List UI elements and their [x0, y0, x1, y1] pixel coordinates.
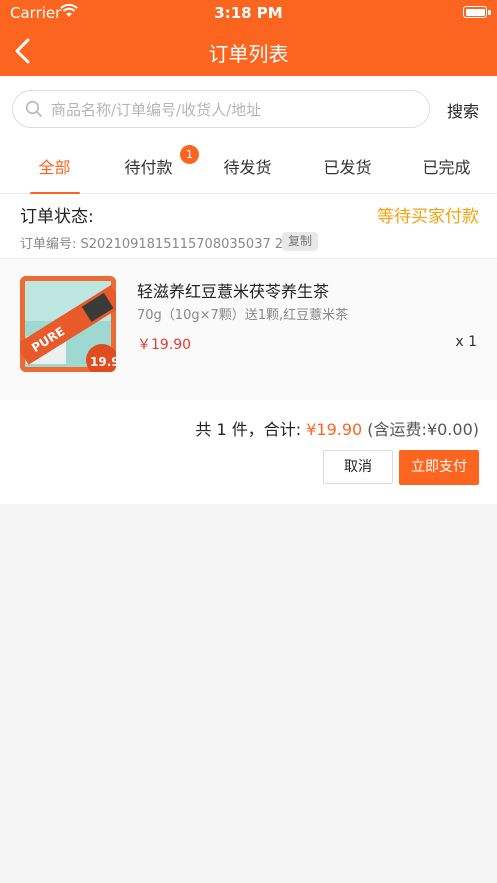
product-name: 轻滋养红豆薏米茯苓养生茶 — [137, 282, 330, 301]
order-summary: 共 1 件，合计: ¥19.90 (含运费:¥0.00) — [195, 416, 479, 440]
search-icon — [25, 100, 42, 117]
tab-pending-shipment[interactable]: 待发货 — [198, 142, 297, 194]
summary-shipping: (含运费:¥0.00) — [362, 420, 479, 439]
tab-completed[interactable]: 已完成 — [397, 142, 496, 194]
summary-total: ¥19.90 — [306, 420, 363, 439]
battery-nub — [488, 10, 491, 15]
page-title: 订单列表 — [208, 42, 289, 66]
status-bar: Carrier 3:18 PM — [0, 0, 497, 26]
product-thumbnail: PURE 19.9 — [20, 276, 116, 372]
clock: 3:18 PM — [214, 4, 283, 22]
battery-icon — [463, 6, 487, 18]
product-spec: 70g（10g×7颗）送1颗,红豆薏米茶 — [137, 308, 349, 323]
tab-label: 待发货 — [223, 158, 272, 177]
thumbnail-price-text: 19.9 — [90, 355, 116, 369]
search-button[interactable]: 搜索 — [438, 98, 488, 122]
pending-payment-badge: 1 — [180, 145, 199, 164]
tab-shipped[interactable]: 已发货 — [298, 142, 397, 194]
product-image-icon: PURE 19.9 — [20, 276, 116, 372]
product-price: ￥19.90 — [137, 337, 192, 353]
summary-prefix: 共 1 件，合计: — [195, 420, 307, 439]
order-status-value: 等待买家付款 — [377, 207, 479, 227]
order-number: 订单编号: S2021091815115708035037 2 — [20, 233, 283, 252]
tab-label: 已发货 — [323, 158, 372, 177]
search-input[interactable] — [49, 91, 423, 129]
nav-bar: 订单列表 — [0, 26, 497, 76]
order-tabs: 全部 待付款 待发货 已发货 已完成 — [0, 142, 497, 195]
copy-button[interactable]: 复制 — [282, 232, 319, 251]
goods-item[interactable]: PURE 19.9 轻滋养红豆薏米茯苓养生茶 70g（10g×7颗）送1颗,红豆… — [0, 260, 497, 400]
tab-label: 全部 — [38, 158, 71, 177]
tab-label: 待付款 — [124, 158, 173, 177]
order-status-label: 订单状态: — [20, 207, 94, 227]
order-number-value: S2021091815115708035037 2 — [80, 237, 284, 252]
tab-label: 已完成 — [422, 158, 471, 177]
order-card: 订单状态: 等待买家付款 订单编号: S20210918151157080350… — [0, 194, 497, 504]
tab-all[interactable]: 全部 — [5, 142, 104, 195]
pay-now-button[interactable]: 立即支付 — [399, 450, 479, 485]
order-number-label: 订单编号: — [20, 237, 81, 252]
cancel-order-button[interactable]: 取消 — [323, 450, 393, 484]
search-area: 搜索 — [0, 76, 497, 142]
divider — [0, 258, 497, 259]
search-box — [12, 90, 430, 129]
product-quantity: x 1 — [455, 334, 477, 350]
